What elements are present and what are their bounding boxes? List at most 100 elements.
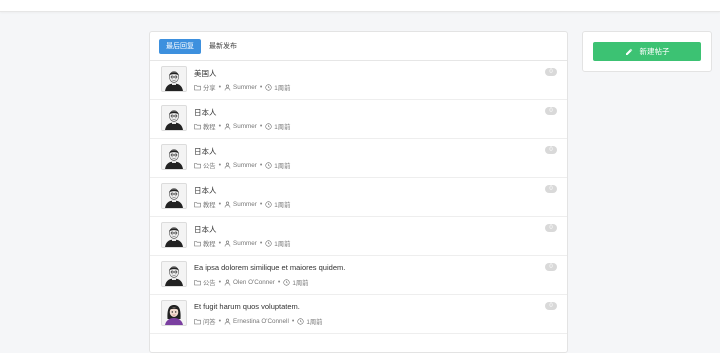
new-post-label: 新建帖子: [639, 47, 670, 56]
separator-dot: •: [218, 123, 222, 130]
clock-icon: [265, 123, 272, 130]
topic-list: 美国人 分享 • Summer • 1周前 0 日本人 教程 • Summer • 1周前 0 日本人 公告 •…: [150, 61, 567, 334]
clock-icon: [265, 201, 272, 208]
folder-icon: [194, 318, 201, 325]
topic-time: 1周前: [292, 280, 309, 287]
separator-dot: •: [259, 162, 263, 169]
reply-count-badge: 0: [545, 146, 557, 154]
separator-dot: •: [259, 240, 263, 247]
clock-icon: [265, 240, 272, 247]
topic-category[interactable]: 问答: [203, 317, 216, 326]
topic-time: 1周前: [274, 124, 291, 131]
separator-dot: •: [259, 201, 263, 208]
clock-icon: [283, 279, 290, 286]
topic-category[interactable]: 教程: [203, 122, 216, 131]
new-post-button[interactable]: 新建帖子: [593, 42, 701, 61]
topic-title[interactable]: 日本人: [194, 224, 217, 235]
folder-icon: [194, 201, 201, 208]
topic-meta: 教程 • Summer • 1周前: [194, 200, 290, 209]
separator-dot: •: [259, 123, 263, 130]
topic-author[interactable]: Olen O'Conner: [233, 279, 275, 286]
topic-title[interactable]: 日本人: [194, 107, 217, 118]
topic-category[interactable]: 公告: [203, 278, 216, 287]
topic-time: 1周前: [274, 85, 291, 92]
separator-dot: •: [218, 279, 222, 286]
topic-item[interactable]: Ea ipsa dolorem similique et maiores qui…: [150, 256, 567, 295]
reply-count-badge: 0: [545, 224, 557, 232]
topic-meta: 分享 • Summer • 1周前: [194, 83, 290, 92]
user-icon: [224, 279, 231, 286]
separator-dot: •: [218, 84, 222, 91]
avatar[interactable]: [161, 183, 187, 209]
topic-meta: 教程 • Summer • 1周前: [194, 122, 290, 131]
topic-author[interactable]: Summer: [233, 162, 257, 169]
topic-author[interactable]: Summer: [233, 240, 257, 247]
avatar[interactable]: [161, 66, 187, 92]
sidebar-panel: 新建帖子: [582, 31, 712, 72]
user-icon: [224, 123, 231, 130]
topic-item[interactable]: 日本人 公告 • Summer • 1周前 0: [150, 139, 567, 178]
topic-author[interactable]: Ernestina O'Connell: [233, 318, 289, 325]
avatar[interactable]: [161, 105, 187, 131]
topic-meta: 公告 • Summer • 1周前: [194, 161, 290, 170]
topic-item[interactable]: Et fugit harum quos voluptatem. 问答 • Ernest…: [150, 295, 567, 334]
user-icon: [224, 240, 231, 247]
folder-icon: [194, 240, 201, 247]
topic-item[interactable]: 日本人 教程 • Summer • 1周前 0: [150, 217, 567, 256]
topic-category[interactable]: 教程: [203, 239, 216, 248]
topic-item[interactable]: 美国人 分享 • Summer • 1周前 0: [150, 61, 567, 100]
topic-category[interactable]: 教程: [203, 200, 216, 209]
avatar[interactable]: [161, 222, 187, 248]
separator-dot: •: [291, 318, 295, 325]
topic-title[interactable]: Et fugit harum quos voluptatem.: [194, 302, 300, 311]
topic-title[interactable]: 美国人: [194, 68, 217, 79]
topic-author[interactable]: Summer: [233, 84, 257, 91]
clock-icon: [265, 84, 272, 91]
topic-category[interactable]: 分享: [203, 83, 216, 92]
user-icon: [224, 318, 231, 325]
clock-icon: [297, 318, 304, 325]
topic-meta: 问答 • Ernestina O'Connell • 1周前: [194, 317, 322, 326]
user-icon: [224, 201, 231, 208]
topic-item[interactable]: 日本人 教程 • Summer • 1周前 0: [150, 100, 567, 139]
topic-tabs: 最后回复 最新发布: [150, 32, 567, 61]
folder-icon: [194, 84, 201, 91]
folder-icon: [194, 123, 201, 130]
topic-meta: 公告 • Olen O'Conner • 1周前: [194, 278, 308, 287]
topic-list-panel: 最后回复 最新发布 美国人 分享 • Summer • 1周前 0 日本人 教程 • Summer •…: [149, 31, 568, 353]
reply-count-badge: 0: [545, 302, 557, 310]
separator-dot: •: [218, 201, 222, 208]
avatar[interactable]: [161, 144, 187, 170]
topic-time: 1周前: [274, 241, 291, 248]
user-icon: [224, 162, 231, 169]
user-icon: [224, 84, 231, 91]
topic-title[interactable]: 日本人: [194, 185, 217, 196]
clock-icon: [265, 162, 272, 169]
reply-count-badge: 0: [545, 107, 557, 115]
reply-count-badge: 0: [545, 185, 557, 193]
folder-icon: [194, 162, 201, 169]
avatar[interactable]: [161, 300, 187, 326]
avatar[interactable]: [161, 261, 187, 287]
topic-title[interactable]: 日本人: [194, 146, 217, 157]
topic-item[interactable]: 日本人 教程 • Summer • 1周前 0: [150, 178, 567, 217]
topic-meta: 教程 • Summer • 1周前: [194, 239, 290, 248]
topic-category[interactable]: 公告: [203, 161, 216, 170]
tab-newest[interactable]: 最新发布: [202, 39, 244, 54]
tab-last-reply[interactable]: 最后回复: [159, 38, 201, 54]
pencil-icon: [625, 48, 633, 56]
topic-time: 1周前: [274, 163, 291, 170]
reply-count-badge: 0: [545, 68, 557, 76]
topic-author[interactable]: Summer: [233, 201, 257, 208]
folder-icon: [194, 279, 201, 286]
separator-dot: •: [259, 84, 263, 91]
separator-dot: •: [277, 279, 281, 286]
separator-dot: •: [218, 318, 222, 325]
separator-dot: •: [218, 162, 222, 169]
topic-author[interactable]: Summer: [233, 123, 257, 130]
topic-time: 1周前: [306, 319, 323, 326]
topic-title[interactable]: Ea ipsa dolorem similique et maiores qui…: [194, 263, 345, 272]
topic-time: 1周前: [274, 202, 291, 209]
separator-dot: •: [218, 240, 222, 247]
top-navbar: [0, 0, 720, 12]
